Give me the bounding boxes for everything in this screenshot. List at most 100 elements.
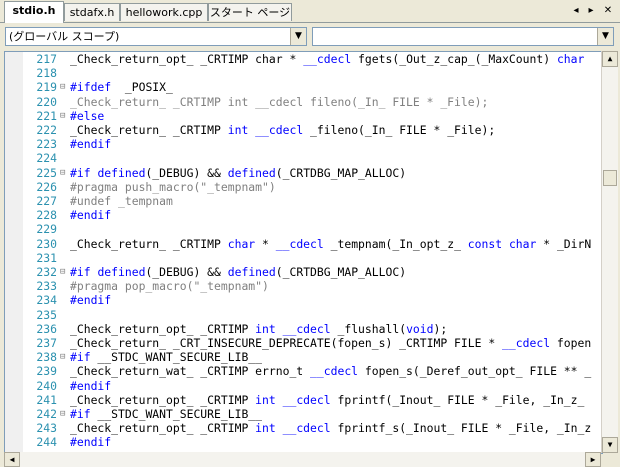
code-text: #undef _tempnam [70,194,173,208]
line-number: 230 [36,236,57,251]
collapse-toggle-icon[interactable]: ⊟ [60,80,68,94]
line-number: 232 [36,265,57,279]
code-text: #endif [70,208,112,223]
code-text: #if defined(_DEBUG) && defined(_CRTDBG_M… [70,165,407,180]
code-line[interactable]: 236 _Check_return_opt_ _CRTIMP int __cdec… [5,322,602,336]
code-line[interactable]: 226 #pragma push_macro("_tempnam") [5,180,602,194]
code-line[interactable]: 230 _Check_return_ _CRTIMP char * __cdecl… [5,237,602,251]
code-text: #endif [70,137,112,152]
line-number: 242 [36,407,57,421]
scroll-right-icon[interactable]: ▶ [585,452,601,467]
line-number: 219 [36,80,57,95]
tab-hellowork-cpp[interactable]: hellowork.cpp [120,3,208,21]
tab-label: スタート ページ [209,6,291,19]
line-number: 235 [36,307,57,322]
code-text: _Check_return_opt_ _CRTIMP int __cdecl f… [70,392,585,407]
collapse-toggle-icon[interactable]: ⊟ [60,166,68,180]
code-line[interactable]: 233 #pragma pop_macro("_tempnam") [5,279,602,293]
close-icon[interactable]: ✕ [601,4,615,18]
tab-start-page[interactable]: スタート ページ [208,3,292,21]
line-number: 236 [36,321,57,336]
line-number: 218 [36,66,57,81]
navigation-bar: (グローバル スコープ) ▼ ▼ [0,23,620,50]
code-line[interactable]: 242 ⊟ #if __STDC_WANT_SECURE_LIB__ [5,407,602,421]
code-line[interactable]: 225 ⊟ #if defined(_DEBUG) && defined(_CRTD… [5,166,602,180]
code-line[interactable]: 244 #endif [5,435,602,449]
code-line[interactable]: 222 _Check_return_ _CRTIMP int __cdecl _f… [5,123,602,137]
collapse-toggle-icon[interactable]: ⊟ [60,109,68,123]
code-line[interactable]: 235 [5,308,602,322]
line-number: 229 [36,222,57,237]
code-text: _Check_return_opt_ _CRTIMP int __cdecl f… [70,421,592,436]
code-line[interactable]: 220 _Check_return_ _CRTIMP int __cdecl fi… [5,95,602,109]
vertical-scrollbar[interactable]: ▲ ▼ [601,51,618,453]
code-line[interactable]: 219 ⊟ #ifdef _POSIX_ [5,80,602,94]
line-number: 223 [36,137,57,152]
code-text: #pragma push_macro("_tempnam") [70,179,276,194]
scrollbar-thumb[interactable] [603,170,617,186]
tab-stdafx-h[interactable]: stdafx.h [64,3,120,21]
chevron-down-icon[interactable]: ▼ [597,28,613,45]
code-line[interactable]: 223 #endif [5,137,602,151]
line-number: 221 [36,108,57,123]
code-line[interactable]: 240 #endif [5,379,602,393]
chevron-down-icon[interactable]: ▼ [290,28,306,45]
code-line[interactable]: 241 _Check_return_opt_ _CRTIMP int __cdec… [5,393,602,407]
line-number: 244 [36,435,57,450]
line-number: 241 [36,392,57,407]
code-text: _Check_return_wat_ _CRTIMP errno_t __cde… [70,364,592,379]
code-line[interactable]: 217 _Check_return_opt_ _CRTIMP char * __c… [5,52,602,66]
code-text: #endif [70,435,112,450]
code-line[interactable]: 234 #endif [5,293,602,307]
code-text: _Check_return_ _CRTIMP int __cdecl _file… [70,123,496,137]
scroll-down-icon[interactable]: ▼ [602,437,618,453]
code-text: #pragma pop_macro("_tempnam") [70,279,269,294]
line-number: 231 [36,250,57,265]
code-line[interactable]: 238 ⊟ #if __STDC_WANT_SECURE_LIB__ [5,350,602,364]
code-text: #else [70,108,105,123]
line-number: 243 [36,421,57,436]
line-number: 222 [36,123,57,137]
scroll-left-icon[interactable]: ◀ [4,452,20,467]
code-line[interactable]: 232 ⊟ #if defined(_DEBUG) && defined(_CRTD… [5,265,602,279]
line-number: 239 [36,364,57,379]
code-text: _Check_return_ _CRTIMP char * __cdecl _t… [70,236,592,251]
code-text: _Check_return_opt_ _CRTIMP int __cdecl _… [70,321,448,336]
line-number: 224 [36,151,57,166]
line-number: 238 [36,350,57,365]
line-number: 234 [36,293,57,308]
member-dropdown[interactable]: ▼ [312,27,614,46]
collapse-toggle-icon[interactable]: ⊟ [60,350,68,364]
line-number: 237 [36,336,57,350]
code-text: _Check_return_ _CRTIMP int __cdecl filen… [70,94,489,109]
scroll-tabs-right-icon[interactable]: ▸ [584,4,598,18]
code-text: #if __STDC_WANT_SECURE_LIB__ [70,407,263,421]
line-number: 225 [36,165,57,180]
horizontal-scrollbar[interactable]: ◀ ▶ [4,452,601,467]
code-line[interactable]: 224 [5,151,602,165]
code-text: #ifdef _POSIX_ [70,80,173,95]
code-line[interactable]: 228 #endif [5,208,602,222]
code-line[interactable]: 218 [5,66,602,80]
tab-stdio-h[interactable]: stdio.h [4,1,64,23]
scroll-tabs-left-icon[interactable]: ◂ [569,4,583,18]
tab-label: hellowork.cpp [125,6,203,19]
scroll-up-icon[interactable]: ▲ [602,51,618,67]
code-line[interactable]: 221 ⊟ #else [5,109,602,123]
collapse-toggle-icon[interactable]: ⊟ [60,407,68,421]
code-editor[interactable]: 217 _Check_return_opt_ _CRTIMP char * __c… [4,51,603,454]
line-number: 233 [36,279,57,294]
code-line[interactable]: 237 _Check_return_ _CRT_INSECURE_DEPRECAT… [5,336,602,350]
line-number: 228 [36,208,57,223]
code-text: #if defined(_DEBUG) && defined(_CRTDBG_M… [70,265,407,279]
scope-dropdown[interactable]: (グローバル スコープ) ▼ [5,27,307,46]
code-line[interactable]: 227 #undef _tempnam [5,194,602,208]
code-line[interactable]: 229 [5,222,602,236]
code-line[interactable]: 231 [5,251,602,265]
document-tab-bar: stdio.h stdafx.h hellowork.cpp スタート ページ … [0,0,620,23]
code-text: #if __STDC_WANT_SECURE_LIB__ [70,350,263,365]
tab-label: stdafx.h [69,6,115,19]
code-line[interactable]: 243 _Check_return_opt_ _CRTIMP int __cdec… [5,421,602,435]
collapse-toggle-icon[interactable]: ⊟ [60,265,68,279]
code-line[interactable]: 239 _Check_return_wat_ _CRTIMP errno_t __… [5,364,602,378]
